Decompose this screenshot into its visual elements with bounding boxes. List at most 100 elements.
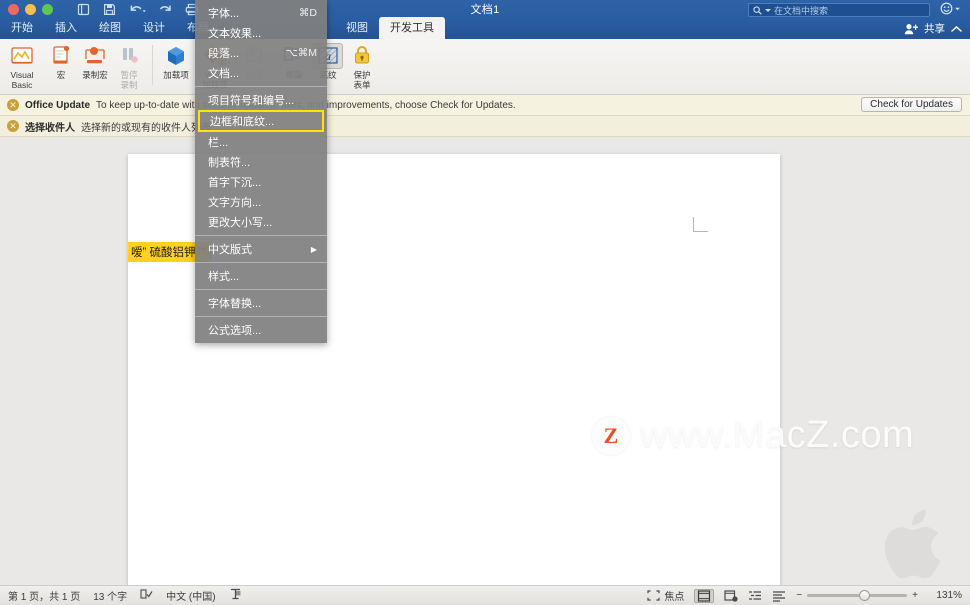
- menu-item-font[interactable]: 字体... ⌘D: [195, 3, 327, 23]
- language-label[interactable]: 中文 (中国): [166, 588, 215, 603]
- chevron-down-icon: [955, 7, 960, 10]
- save-icon[interactable]: [103, 3, 116, 16]
- ribbon-label: 加载项: [163, 70, 189, 80]
- tab-draw[interactable]: 绘图: [88, 17, 132, 39]
- format-dropdown-menu: 字体... ⌘D 文本效果... 段落... ⌥⌘M 文档... 项目符号和编号…: [195, 0, 327, 343]
- menu-item-columns[interactable]: 栏...: [195, 132, 327, 152]
- add-person-icon: [904, 23, 918, 34]
- tab-design[interactable]: 设计: [132, 17, 176, 39]
- select-recipients-notice: ✕ 选择收件人 选择新的或现有的收件人列表: [0, 116, 970, 137]
- web-layout-view-button[interactable]: [724, 589, 738, 602]
- ribbon-visual-basic[interactable]: Visual Basic: [0, 39, 44, 91]
- visual-basic-icon: [10, 43, 34, 69]
- zoom-knob[interactable]: [859, 590, 871, 601]
- search-input[interactable]: 在文档中搜索: [748, 3, 930, 17]
- menu-item-tabs[interactable]: 制表符...: [195, 152, 327, 172]
- menu-item-label: 栏...: [208, 137, 229, 149]
- ribbon-group-code: Visual Basic 宏 录制宏 暂停 录制: [0, 39, 146, 95]
- menu-item-label: 更改大小写...: [208, 217, 273, 229]
- pause-recording-icon: [118, 43, 140, 69]
- menu-item-bullets-and-numbering[interactable]: 项目符号和编号...: [195, 90, 327, 110]
- track-changes-icon[interactable]: [229, 588, 242, 603]
- tab-developer-tools[interactable]: 开发工具: [379, 17, 445, 39]
- apple-logo-icon: [884, 509, 941, 579]
- menu-item-document[interactable]: 文档...: [195, 63, 327, 83]
- maximize-window-icon[interactable]: [42, 3, 53, 15]
- ribbon-label: 保护 表单: [353, 70, 371, 90]
- menu-item-label: 边框和底纹...: [210, 116, 275, 128]
- ribbon-add-ins[interactable]: 加载项: [159, 39, 193, 81]
- menu-item-paragraph[interactable]: 段落... ⌥⌘M: [195, 43, 327, 63]
- window-controls: [0, 3, 53, 15]
- proofing-icon[interactable]: [140, 588, 153, 603]
- new-document-icon[interactable]: [77, 3, 90, 16]
- record-macro-icon: [83, 43, 107, 69]
- lock-icon: [351, 43, 373, 69]
- zoom-track[interactable]: [807, 590, 908, 601]
- outline-view-button[interactable]: [748, 590, 762, 602]
- menu-item-drop-cap[interactable]: 首字下沉...: [195, 172, 327, 192]
- quick-access-toolbar: [77, 3, 199, 16]
- page-info: 第 1 页，共 1 页: [8, 592, 81, 603]
- draft-view-button[interactable]: [772, 590, 786, 602]
- zoom-in-button[interactable]: +: [912, 590, 918, 601]
- menu-separator: [195, 86, 327, 87]
- ribbon-toolbar: Visual Basic 宏 录制宏 暂停 录制 加载项 a 底纹 保护 表单: [0, 39, 970, 95]
- redo-icon[interactable]: [159, 3, 172, 16]
- menu-item-style[interactable]: 样式...: [195, 266, 327, 286]
- menu-separator: [195, 262, 327, 263]
- focus-mode-button[interactable]: 焦点: [647, 588, 684, 603]
- close-notice-icon[interactable]: ✕: [7, 120, 19, 132]
- ribbon-label: 宏: [56, 70, 66, 80]
- menu-item-font-substitution[interactable]: 字体替换...: [195, 293, 327, 313]
- tab-start[interactable]: 开始: [0, 17, 44, 39]
- menu-item-label: 字体...: [208, 8, 240, 20]
- share-label[interactable]: 共享: [924, 21, 945, 36]
- menu-item-label: 项目符号和编号...: [208, 95, 295, 107]
- word-count: 13 个字: [93, 592, 128, 603]
- menu-item-label: 文档...: [208, 68, 240, 80]
- menu-item-label: 字体替换...: [208, 298, 262, 310]
- menu-item-equation-options[interactable]: 公式选项...: [195, 320, 327, 340]
- ribbon-record-macro[interactable]: 录制宏: [78, 39, 112, 81]
- focus-label: 焦点: [664, 592, 685, 603]
- ribbon-tab-bar: 开始 插入 绘图 设计 布局 视图 开发工具 共享: [0, 17, 970, 39]
- notice-title: Office Update: [25, 99, 91, 111]
- feedback-smiley[interactable]: [940, 2, 960, 15]
- word-application-window: 文档1 在文档中搜索 开始 插入 绘图 设计 布局 视图 开发工具 共享: [0, 0, 970, 605]
- menu-item-label: 中文版式: [208, 244, 252, 256]
- menu-item-label: 首字下沉...: [208, 177, 262, 189]
- menu-item-change-case[interactable]: 更改大小写...: [195, 212, 327, 232]
- menu-item-text-effects[interactable]: 文本效果...: [195, 23, 327, 43]
- notice-text: 选择新的或现有的收件人列表: [81, 122, 211, 134]
- print-layout-view-button[interactable]: [694, 588, 715, 603]
- status-right: 焦点 − + 131%: [647, 588, 962, 603]
- menu-item-text-direction[interactable]: 文字方向...: [195, 192, 327, 212]
- notice-title: 选择收件人: [25, 122, 75, 134]
- ribbon-macro[interactable]: 宏: [44, 39, 78, 81]
- minimize-window-icon[interactable]: [25, 3, 36, 15]
- ribbon-pause-recording[interactable]: 暂停 录制: [112, 39, 146, 91]
- ribbon-protect-form[interactable]: 保护 表单: [345, 39, 379, 91]
- menu-item-shortcut: ⌘D: [298, 7, 317, 19]
- menu-separator: [195, 289, 327, 290]
- undo-icon[interactable]: [129, 3, 146, 16]
- search-placeholder: 在文档中搜索: [774, 5, 829, 16]
- ribbon-separator: [152, 45, 153, 85]
- menu-item-borders-and-shading[interactable]: 边框和底纹...: [198, 110, 324, 132]
- zoom-out-button[interactable]: −: [796, 590, 802, 601]
- ribbon-label: 录制宏: [82, 70, 108, 80]
- zoom-slider[interactable]: − +: [796, 590, 918, 601]
- menu-item-asian-layout[interactable]: 中文版式 ▶: [195, 239, 327, 259]
- add-ins-icon: [164, 43, 188, 69]
- menu-item-label: 文字方向...: [208, 197, 262, 209]
- tab-view[interactable]: 视图: [335, 17, 379, 39]
- menu-item-label: 段落...: [208, 48, 240, 60]
- check-for-updates-button[interactable]: Check for Updates: [861, 97, 962, 112]
- collapse-ribbon-icon[interactable]: [951, 25, 962, 33]
- tab-insert[interactable]: 插入: [44, 17, 88, 39]
- zoom-level[interactable]: 131%: [928, 590, 962, 601]
- title-bar: 文档1 在文档中搜索: [0, 0, 970, 18]
- close-notice-icon[interactable]: ✕: [7, 99, 19, 111]
- close-window-icon[interactable]: [8, 3, 19, 15]
